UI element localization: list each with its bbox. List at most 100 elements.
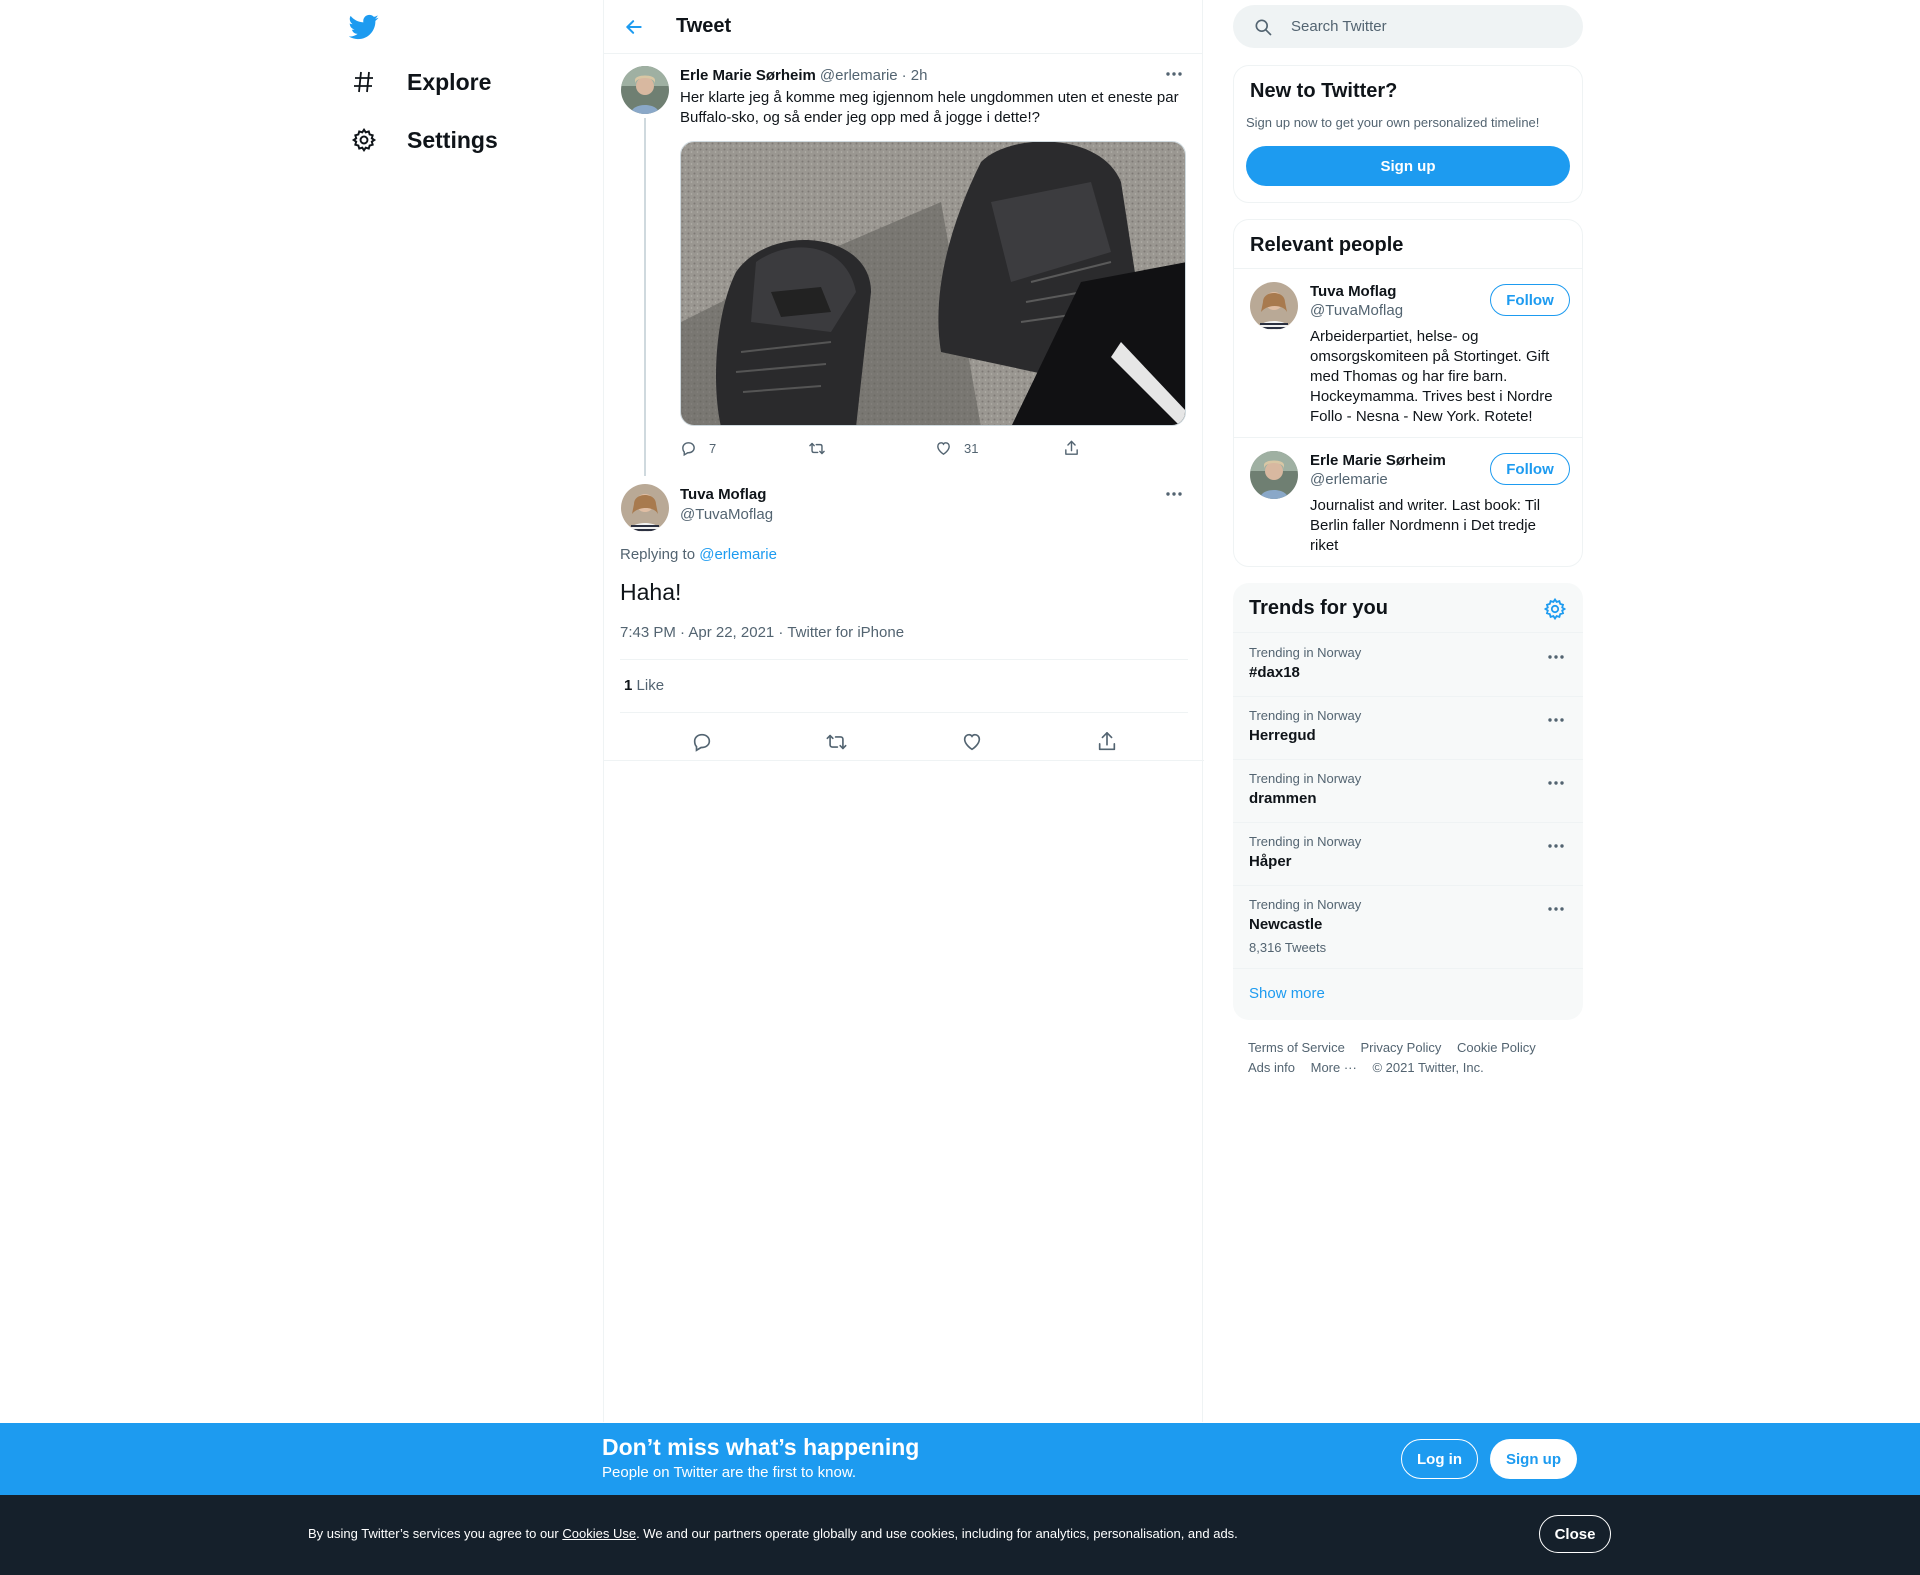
search-input[interactable] [1291, 18, 1551, 35]
like-count: 1 [624, 677, 633, 694]
log-in-button[interactable]: Log in [1401, 1439, 1478, 1479]
more-dots-icon[interactable] [1543, 897, 1569, 921]
person-handle[interactable]: @erlemarie [1310, 471, 1388, 488]
tweet-photo[interactable] [680, 141, 1186, 426]
like-count: 31 [964, 440, 979, 456]
share-button[interactable] [1087, 722, 1127, 762]
reply-icon [682, 441, 695, 456]
nav-item-settings[interactable]: Settings [345, 120, 498, 160]
tweet-time[interactable]: · 2h [902, 66, 928, 86]
divider [620, 712, 1188, 713]
footer-link-ads-info[interactable]: Ads info [1248, 1060, 1295, 1075]
divider [1233, 968, 1583, 969]
more-dots-icon [1166, 492, 1182, 496]
person-bio: Journalist and writer. Last book: Til Be… [1310, 497, 1541, 554]
more-options-button[interactable] [1162, 482, 1186, 506]
trend-name: #dax18 [1249, 664, 1300, 681]
reply-button[interactable] [682, 722, 722, 762]
footer-link-terms[interactable]: Terms of Service [1248, 1040, 1345, 1055]
person-name[interactable]: Tuva Moflag [1310, 283, 1396, 300]
cookie-text-before: By using Twitter’s services you agree to… [308, 1526, 563, 1541]
follow-button[interactable]: Follow [1490, 453, 1570, 485]
divider [604, 760, 1204, 761]
avatar[interactable] [1250, 451, 1298, 499]
replying-to: Replying to @erlemarie [620, 546, 777, 563]
reply-icon [693, 733, 710, 752]
tweet-actions [604, 722, 1204, 762]
tweet-actions: 7 31 [680, 435, 1190, 461]
close-button[interactable]: Close [1539, 1515, 1611, 1553]
author-handle[interactable]: @TuvaMoflag [680, 506, 773, 523]
login-prompt-title: Don’t miss what’s happening [602, 1434, 920, 1460]
more-dots-icon[interactable] [1543, 708, 1569, 732]
footer-link-more[interactable]: More ··· [1311, 1060, 1357, 1075]
more-dots-icon[interactable] [1543, 834, 1569, 858]
more-dots-icon[interactable] [1543, 771, 1569, 795]
avatar[interactable] [1250, 282, 1298, 330]
retweet-button[interactable] [817, 722, 857, 762]
like-button[interactable] [952, 722, 992, 762]
sign-up-button[interactable]: Sign up [1490, 1439, 1577, 1479]
arrow-left-icon [626, 19, 642, 34]
replying-prefix: Replying to [620, 546, 696, 563]
login-prompt-subtitle: People on Twitter are the first to know. [602, 1464, 857, 1481]
trend-context: Trending in Norway [1249, 897, 1362, 912]
divider [1234, 268, 1582, 269]
author-name[interactable]: Tuva Moflag [680, 486, 766, 503]
cookie-banner: By using Twitter’s services you agree to… [0, 1495, 1920, 1575]
gear-icon[interactable] [1543, 597, 1567, 621]
like-button[interactable]: 31 [935, 440, 1063, 457]
trend-item[interactable]: Trending in Norway Newcastle 8,316 Tweet… [1233, 885, 1583, 969]
more-options-button[interactable] [1162, 62, 1186, 86]
nav-item-explore[interactable]: Explore [345, 62, 491, 102]
author-handle[interactable]: @erlemarie [820, 66, 898, 86]
twitter-bird-icon[interactable] [348, 12, 379, 42]
retweet-button[interactable] [808, 440, 936, 457]
footer-link-privacy[interactable]: Privacy Policy [1360, 1040, 1441, 1055]
footer-link-cookies[interactable]: Cookie Policy [1457, 1040, 1536, 1055]
page-header: Tweet [604, 0, 1202, 54]
tweet-timestamp[interactable]: 7:43 PM · Apr 22, 2021 · Twitter for iPh… [620, 624, 904, 641]
cookie-text-after: . We and our partners operate globally a… [636, 1526, 1238, 1541]
trend-name: Herregud [1249, 727, 1316, 744]
parent-tweet[interactable]: Erle Marie Sørheim @erlemarie · 2h Her k… [604, 54, 1204, 476]
card-subtitle: Sign up now to get your own personalized… [1246, 115, 1540, 130]
search-bar[interactable] [1233, 5, 1583, 48]
share-icon [1098, 732, 1115, 751]
tweet-text: Her klarte jeg å komme meg igjennom hele… [680, 89, 1179, 126]
likes-count-link[interactable]: 1 Like [624, 677, 664, 694]
thread-line [644, 118, 646, 476]
trend-name: Håper [1249, 853, 1292, 870]
hashtag-icon [345, 63, 383, 101]
person-handle[interactable]: @TuvaMoflag [1310, 302, 1403, 319]
trend-item[interactable]: Trending in Norway Håper [1233, 822, 1583, 885]
footer-links: Terms of Service Privacy Policy Cookie P… [1248, 1038, 1578, 1078]
reply-button[interactable]: 7 [680, 440, 808, 457]
back-button[interactable] [614, 7, 654, 47]
tweet-body: Erle Marie Sørheim @erlemarie · 2h Her k… [680, 66, 1190, 461]
trend-item[interactable]: Trending in Norway #dax18 [1233, 633, 1583, 696]
divider [620, 659, 1188, 660]
trends-card: Trends for you Trending in Norway #dax18… [1233, 583, 1583, 1020]
trend-item[interactable]: Trending in Norway Herregud [1233, 696, 1583, 759]
cookies-use-link[interactable]: Cookies Use [562, 1526, 636, 1541]
replying-to-link[interactable]: @erlemarie [699, 546, 777, 563]
trend-name: drammen [1249, 790, 1317, 807]
person-name[interactable]: Erle Marie Sørheim [1310, 452, 1446, 469]
avatar[interactable] [621, 484, 669, 532]
share-icon [1064, 440, 1078, 455]
heart-icon [963, 733, 980, 751]
follow-button[interactable]: Follow [1490, 284, 1570, 316]
new-to-twitter-card: New to Twitter? Sign up now to get your … [1233, 65, 1583, 203]
trend-item[interactable]: Trending in Norway drammen [1233, 759, 1583, 822]
trend-context: Trending in Norway [1249, 708, 1362, 723]
avatar[interactable] [621, 66, 669, 114]
share-button[interactable] [1063, 440, 1191, 457]
author-name[interactable]: Erle Marie Sørheim [680, 66, 816, 86]
person-bio: Arbeiderpartiet, helse- og omsorgskomite… [1310, 328, 1553, 425]
trend-count: 8,316 Tweets [1249, 940, 1327, 955]
trend-context: Trending in Norway [1249, 645, 1362, 660]
sign-up-button[interactable]: Sign up [1246, 146, 1570, 186]
show-more-link[interactable]: Show more [1249, 985, 1325, 1002]
more-dots-icon[interactable] [1543, 645, 1569, 669]
